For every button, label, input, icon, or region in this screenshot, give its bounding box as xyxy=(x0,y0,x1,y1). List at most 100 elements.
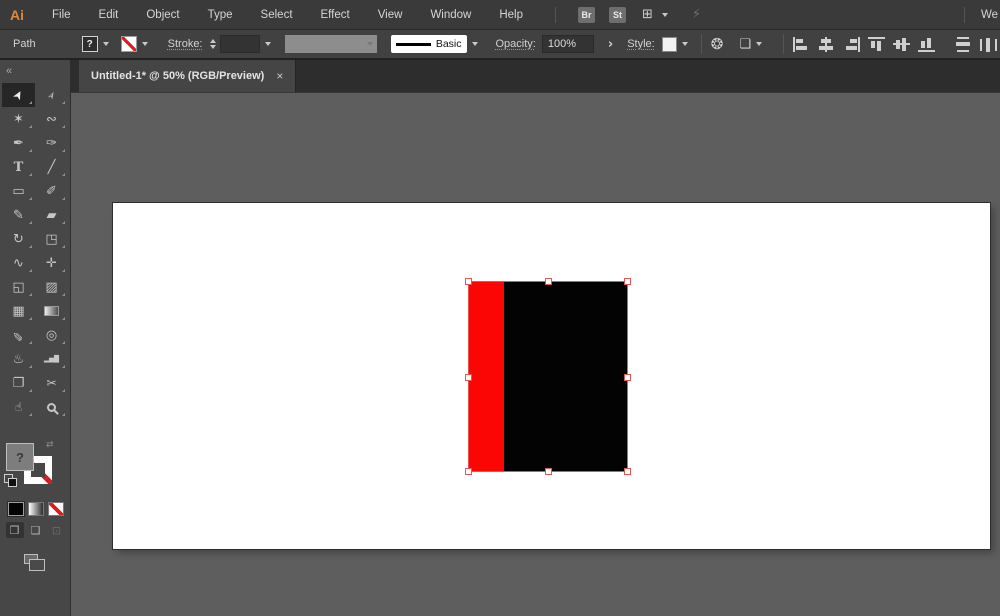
tool-blend[interactable]: ◎ xyxy=(35,323,68,347)
tool-shape-builder[interactable]: ◱ xyxy=(2,275,35,299)
default-fill-stroke-icon[interactable] xyxy=(4,474,17,487)
menu-item-edit[interactable]: Edit xyxy=(85,0,133,29)
tool-magic-wand[interactable]: ✶ xyxy=(2,107,35,131)
stroke-weight-field[interactable] xyxy=(219,35,260,53)
none-button[interactable] xyxy=(47,502,64,516)
perspective-grid-icon: ▨ xyxy=(45,279,58,295)
fill-dropdown-chevron-icon[interactable] xyxy=(102,42,109,46)
arrange-documents-button[interactable]: ⊞ xyxy=(642,7,672,22)
brush-definition-dropdown[interactable]: Basic xyxy=(390,35,467,53)
align-v-center-icon[interactable] xyxy=(893,37,910,52)
tool-curvature[interactable]: ✑ xyxy=(35,131,68,155)
style-panel-link[interactable]: Style: xyxy=(627,38,655,50)
stroke-color-swatch[interactable] xyxy=(120,36,137,52)
graphic-style-swatch[interactable] xyxy=(661,36,677,52)
opacity-field[interactable]: 100% xyxy=(541,35,594,53)
menu-item-object[interactable]: Object xyxy=(132,0,193,29)
black-rectangle[interactable] xyxy=(504,282,627,471)
tool-puppet-warp[interactable]: ✛ xyxy=(35,251,68,275)
menu-item-type[interactable]: Type xyxy=(194,0,247,29)
fill-proxy[interactable]: ? xyxy=(6,443,34,471)
draw-behind-icon[interactable]: ❑ xyxy=(27,522,45,538)
color-button[interactable] xyxy=(7,502,24,516)
gradient-button[interactable] xyxy=(27,502,44,516)
tool-type[interactable]: T xyxy=(2,155,35,179)
magic-wand-icon: ✶ xyxy=(13,111,24,127)
swap-fill-stroke-icon[interactable]: ⇄ xyxy=(46,440,54,450)
draw-normal-icon[interactable]: ❒ xyxy=(5,522,24,538)
selected-object[interactable] xyxy=(465,278,631,475)
menu-item-file[interactable]: File xyxy=(38,0,85,29)
tool-eyedropper[interactable]: ✏ xyxy=(2,323,35,347)
selection-handle-top-left[interactable] xyxy=(465,278,472,285)
control-bar: Path ? Stroke: Basic Opacity: 100% › Sty… xyxy=(0,30,1000,60)
menu-item-effect[interactable]: Effect xyxy=(307,0,364,29)
align-left-icon[interactable] xyxy=(793,36,810,52)
selection-handle-middle-right[interactable] xyxy=(624,374,631,381)
tool-scale[interactable]: ◳ xyxy=(35,227,68,251)
selection-handle-top-center[interactable] xyxy=(545,278,552,285)
fill-color-swatch[interactable]: ? xyxy=(81,36,98,52)
stroke-weight-stepper[interactable] xyxy=(209,39,216,49)
tab-close-icon[interactable]: × xyxy=(276,69,283,83)
stock-button[interactable]: St xyxy=(609,6,626,23)
tool-width[interactable]: ∿ xyxy=(2,251,35,275)
align-right-icon[interactable] xyxy=(843,36,860,52)
collapse-panel-icon[interactable]: « xyxy=(0,60,70,77)
tool-artboard[interactable]: ❐ xyxy=(2,371,35,395)
selection-handle-bottom-center[interactable] xyxy=(545,468,552,475)
menu-item-window[interactable]: Window xyxy=(416,0,485,29)
stepper-up-icon[interactable] xyxy=(209,39,216,43)
stroke-panel-link[interactable]: Stroke: xyxy=(168,38,203,50)
selection-handle-bottom-left[interactable] xyxy=(465,468,472,475)
menu-item-select[interactable]: Select xyxy=(247,0,307,29)
selection-handle-middle-left[interactable] xyxy=(465,374,472,381)
stroke-weight-chevron-icon[interactable] xyxy=(264,42,271,46)
stroke-dropdown-chevron-icon[interactable] xyxy=(141,42,148,46)
distribute-v-icon[interactable] xyxy=(955,36,972,52)
tool-column-graph[interactable]: ▂▅█ xyxy=(35,347,68,371)
bridge-button[interactable]: Br xyxy=(578,6,595,23)
document-tab[interactable]: Untitled-1* @ 50% (RGB/Preview) × xyxy=(79,60,297,92)
opacity-panel-link[interactable]: Opacity: xyxy=(496,38,536,50)
align-bottom-icon[interactable] xyxy=(918,37,935,52)
align-top-icon[interactable] xyxy=(868,36,885,52)
chevron-down-icon xyxy=(661,12,668,17)
tool-zoom[interactable] xyxy=(35,395,68,419)
distribute-h-icon[interactable] xyxy=(980,37,997,52)
recolor-artwork-icon[interactable]: ❂ xyxy=(711,35,724,53)
brush-chevron-icon[interactable] xyxy=(471,42,478,46)
tool-lasso[interactable]: ∾ xyxy=(35,107,68,131)
tool-symbol-sprayer[interactable]: ♨ xyxy=(2,347,35,371)
type-icon: T xyxy=(13,159,24,175)
tool-paintbrush[interactable]: ✐ xyxy=(35,179,68,203)
menu-item-view[interactable]: View xyxy=(364,0,417,29)
menu-item-help[interactable]: Help xyxy=(485,0,537,29)
tool-mesh[interactable]: ▦ xyxy=(2,299,35,323)
tool-hand[interactable]: ☝ xyxy=(2,395,35,419)
opacity-options-arrow-icon[interactable]: › xyxy=(608,37,613,52)
workspace-switcher[interactable]: We xyxy=(973,9,1000,21)
selection-handle-bottom-right[interactable] xyxy=(624,468,631,475)
selection-handle-top-right[interactable] xyxy=(624,278,631,285)
fill-stroke-proxy: ⇄ ? xyxy=(0,440,71,498)
tool-gradient[interactable] xyxy=(35,299,68,323)
tool-direct-selection[interactable]: ➢ xyxy=(35,83,68,107)
brush-name-label: Basic xyxy=(435,38,462,50)
tool-rotate[interactable]: ↻ xyxy=(2,227,35,251)
tool-line[interactable]: ╱ xyxy=(35,155,68,179)
align-h-center-icon[interactable] xyxy=(818,36,835,52)
tool-pen[interactable]: ✒ xyxy=(2,131,35,155)
tool-slice[interactable]: ✂ xyxy=(35,371,68,395)
tool-shaper[interactable]: ✎ xyxy=(2,203,35,227)
stepper-down-icon[interactable] xyxy=(209,45,216,49)
tool-selection[interactable]: ➤ xyxy=(2,83,35,107)
red-rectangle[interactable] xyxy=(469,282,504,471)
select-similar-objects-button[interactable]: ❏ xyxy=(739,37,766,52)
style-chevron-icon[interactable] xyxy=(681,42,688,46)
tool-eraser[interactable]: ▰ xyxy=(35,203,68,227)
tool-rectangle[interactable]: ▭ xyxy=(2,179,35,203)
canvas[interactable]: ➤ xyxy=(71,93,1000,616)
tool-perspective-grid[interactable]: ▨ xyxy=(35,275,68,299)
screen-mode-icon[interactable] xyxy=(24,554,45,571)
